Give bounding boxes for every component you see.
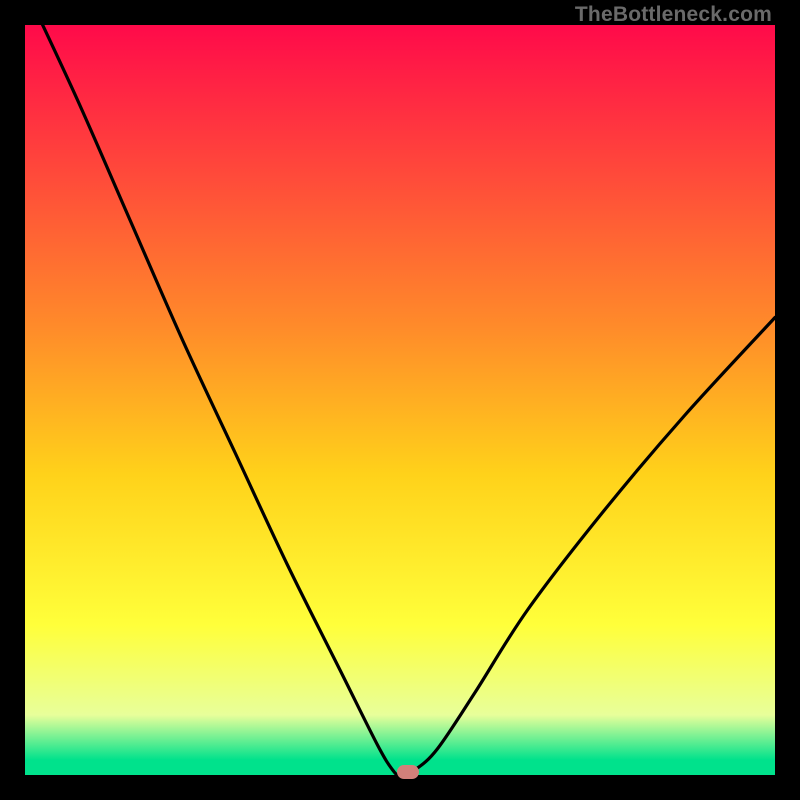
bottleneck-curve	[25, 25, 775, 775]
chart-frame: TheBottleneck.com	[0, 0, 800, 800]
optimum-marker	[397, 765, 419, 779]
watermark-text: TheBottleneck.com	[575, 3, 772, 27]
plot-area	[25, 25, 775, 775]
